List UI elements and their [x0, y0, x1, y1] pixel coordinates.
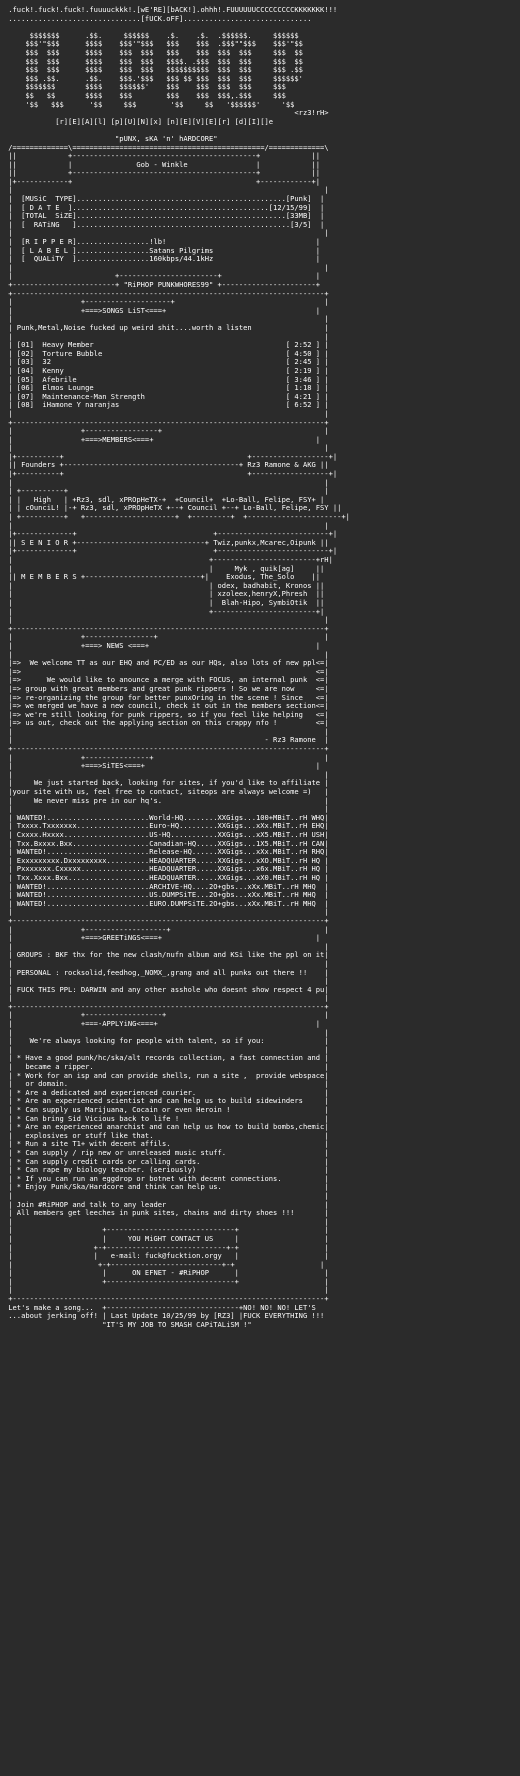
nfo-ascii-art: .fuck!.fuck!.fuck!.fuuuuckkk!.[wE'RE][bA… — [8, 5, 350, 1329]
